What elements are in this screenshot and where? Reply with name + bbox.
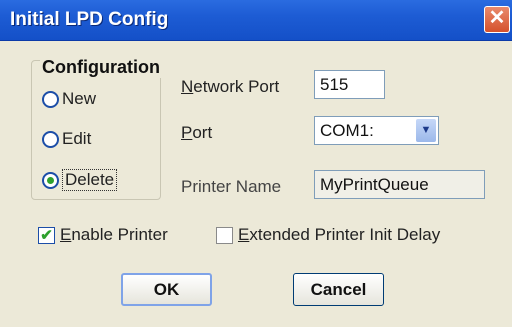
enable-printer-checkbox[interactable]: ✔ Enable Printer <box>38 225 168 245</box>
printer-name-input[interactable]: MyPrintQueue <box>314 170 485 199</box>
mnemonic: P <box>181 123 193 142</box>
title-bar: Initial LPD Config ✕ <box>0 0 512 41</box>
network-port-input[interactable]: 515 <box>314 70 385 99</box>
label-text: xtended Printer Init Delay <box>249 225 441 244</box>
port-selected-value: COM1: <box>320 121 374 140</box>
radio-label: New <box>62 89 97 108</box>
checkbox-label: Enable Printer <box>60 225 168 245</box>
radio-new[interactable]: New <box>42 89 96 109</box>
checkbox-label: Extended Printer Init Delay <box>238 225 440 245</box>
radio-label: Delete <box>62 169 118 191</box>
radio-delete[interactable]: Delete <box>42 169 118 191</box>
label-text: etwork Port <box>193 77 280 96</box>
port-select[interactable]: COM1: ▼ <box>314 116 439 145</box>
checkbox-empty-icon <box>216 226 233 244</box>
label-text: ort <box>192 123 213 142</box>
checkmark-icon: ✔ <box>38 226 55 244</box>
printer-name-label: Printer Name <box>181 177 282 196</box>
port-label: Port <box>181 123 212 143</box>
configuration-title: Configuration <box>40 57 162 78</box>
cancel-button[interactable]: Cancel <box>293 273 384 306</box>
lpd-config-dialog: Initial LPD Config ✕ Configuration New E… <box>0 0 512 327</box>
radio-selected-icon <box>42 171 59 189</box>
radio-edit[interactable]: Edit <box>42 129 91 149</box>
extended-delay-checkbox[interactable]: Extended Printer Init Delay <box>216 225 440 245</box>
label-text: nable Printer <box>71 225 168 244</box>
radio-label: Edit <box>62 129 92 148</box>
radio-indicator-icon <box>42 130 59 148</box>
chevron-down-icon[interactable]: ▼ <box>416 119 436 142</box>
mnemonic: N <box>181 77 194 96</box>
close-icon[interactable]: ✕ <box>484 6 510 33</box>
ok-button[interactable]: OK <box>121 273 212 306</box>
mnemonic: E <box>60 225 72 244</box>
network-port-label: Network Port <box>181 77 279 97</box>
radio-indicator-icon <box>42 90 59 108</box>
mnemonic: E <box>238 225 250 244</box>
window-title: Initial LPD Config <box>10 9 169 30</box>
